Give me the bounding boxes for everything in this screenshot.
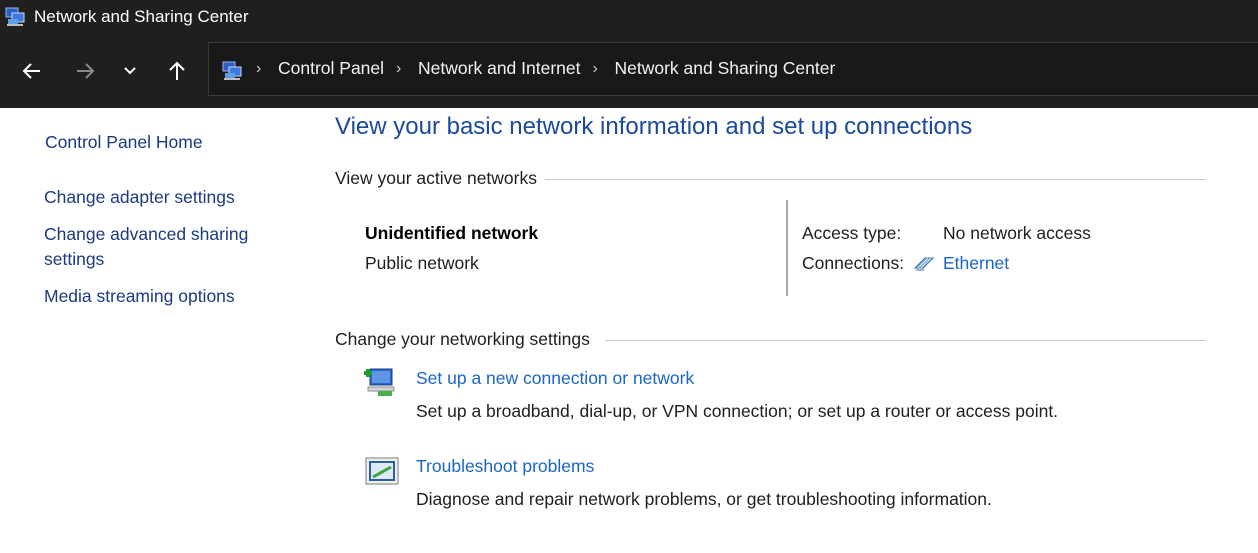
troubleshoot-problems-description: Diagnose and repair network problems, or… <box>416 489 992 509</box>
page-title: View your basic network information and … <box>335 113 973 140</box>
troubleshoot-problems-link[interactable]: Troubleshoot problems <box>416 456 594 477</box>
chevron-right-icon: › <box>256 59 262 77</box>
media-streaming-options-link[interactable]: Media streaming options <box>44 284 235 309</box>
address-bar[interactable]: › Control Panel › Network and Internet ›… <box>208 42 1258 96</box>
network-divider <box>786 200 788 296</box>
new-connection-icon <box>364 368 395 396</box>
change-adapter-settings-link[interactable]: Change adapter settings <box>44 185 235 210</box>
sidebar: Control Panel Home Change adapter settin… <box>0 108 320 553</box>
network-sharing-icon <box>5 7 25 26</box>
network-category: Public network <box>365 253 479 273</box>
networking-settings-heading: Change your networking settings <box>335 329 598 350</box>
arrow-left-icon <box>22 63 40 79</box>
forward-button[interactable] <box>70 56 100 86</box>
section-divider <box>605 340 1205 341</box>
chevron-right-icon: › <box>592 59 598 77</box>
arrow-up-icon <box>169 61 185 80</box>
chevron-down-icon <box>124 67 136 75</box>
chevron-right-icon: › <box>396 59 402 77</box>
active-networks-heading: View your active networks <box>335 168 545 189</box>
title-bar: Network and Sharing Center <box>0 0 1258 34</box>
change-advanced-sharing-link[interactable]: Change advanced sharing <box>44 222 248 247</box>
control-panel-icon <box>222 61 242 80</box>
ethernet-connection-link[interactable]: Ethernet <box>943 253 1009 274</box>
window-title: Network and Sharing Center <box>34 7 249 26</box>
setup-new-connection-description: Set up a broadband, dial-up, or VPN conn… <box>416 401 1059 421</box>
connections-label: Connections: <box>802 253 905 273</box>
network-name: Unidentified network <box>365 223 539 243</box>
ethernet-icon <box>913 257 935 271</box>
breadcrumb-network-and-sharing-center[interactable]: Network and Sharing Center <box>615 58 836 79</box>
control-panel-home-link[interactable]: Control Panel Home <box>45 130 203 155</box>
up-button[interactable] <box>162 56 192 86</box>
recent-locations-button[interactable] <box>115 56 145 86</box>
breadcrumb: › Control Panel › Network and Internet ›… <box>256 58 847 79</box>
access-type-value: No network access <box>943 223 1091 243</box>
navigation-bar: › Control Panel › Network and Internet ›… <box>0 34 1258 108</box>
troubleshoot-icon <box>365 457 399 485</box>
breadcrumb-control-panel[interactable]: Control Panel <box>278 58 384 79</box>
breadcrumb-network-and-internet[interactable]: Network and Internet <box>418 58 580 79</box>
arrow-right-icon <box>77 63 95 79</box>
back-button[interactable] <box>17 56 47 86</box>
setup-new-connection-link[interactable]: Set up a new connection or network <box>416 368 694 389</box>
change-advanced-sharing-link-line2[interactable]: settings <box>44 247 104 272</box>
access-type-label: Access type: <box>802 223 902 243</box>
section-divider <box>545 179 1205 180</box>
